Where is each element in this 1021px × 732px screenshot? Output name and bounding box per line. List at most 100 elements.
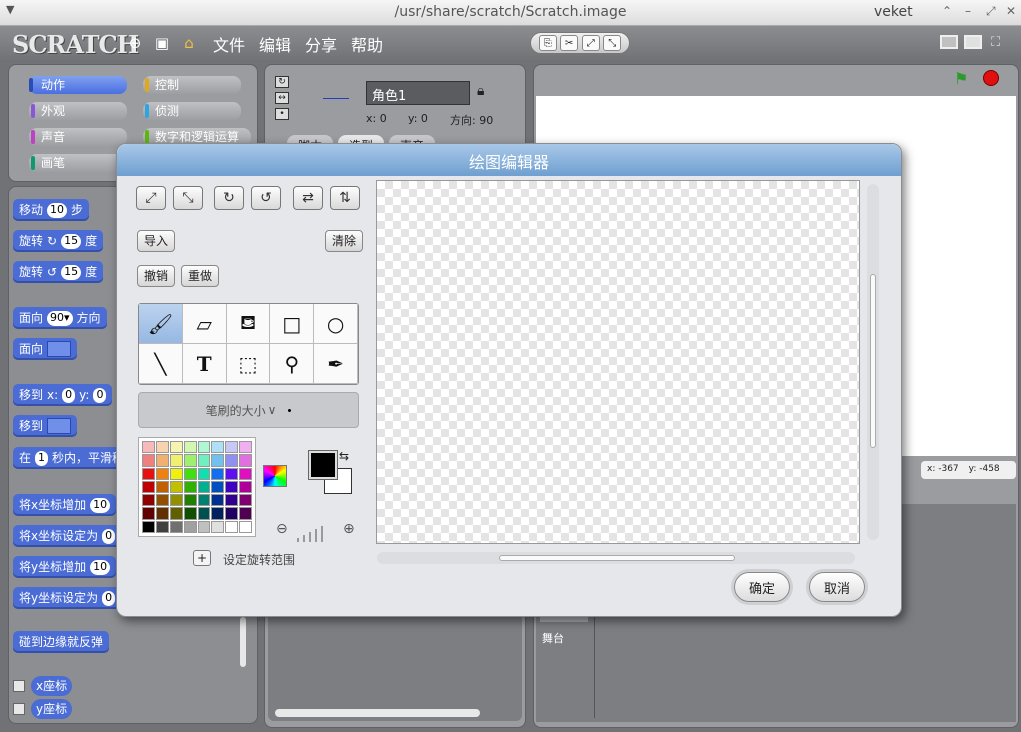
undo-button[interactable]: 撤销 — [137, 265, 176, 287]
palette-swatch[interactable] — [197, 441, 211, 454]
palette-swatch[interactable] — [225, 480, 239, 494]
palette-swatch[interactable] — [225, 494, 239, 507]
block-goto[interactable]: 移到 — [13, 415, 78, 437]
palette-swatch[interactable] — [211, 480, 225, 494]
window-up-icon[interactable]: ⌃ — [942, 4, 952, 18]
palette-swatch[interactable] — [142, 520, 155, 533]
delete-scissors-icon[interactable]: ✂ — [560, 35, 579, 51]
category-control[interactable]: 控制 — [143, 76, 241, 94]
palette-swatch[interactable] — [169, 467, 183, 480]
text-icon[interactable]: T — [182, 344, 227, 384]
import-button[interactable]: 导入 — [137, 230, 176, 252]
palette-swatch[interactable] — [155, 441, 169, 454]
palette-swatch[interactable] — [142, 494, 155, 507]
palette-swatch[interactable] — [239, 520, 252, 533]
palette-swatch[interactable] — [155, 494, 169, 507]
palette-swatch[interactable] — [239, 467, 252, 480]
palette-swatch[interactable] — [225, 520, 239, 533]
palette-swatch[interactable] — [183, 507, 197, 520]
block-move[interactable]: 移动 10 步 — [13, 199, 90, 221]
rotate-free-icon[interactable]: ↻ — [275, 76, 289, 88]
block-goto-xy[interactable]: 移到 x: 0 y: 0 — [13, 384, 113, 406]
shrink-icon[interactable]: ⤡ — [173, 186, 203, 210]
palette-swatch[interactable] — [169, 520, 183, 533]
flip-horizontal-icon[interactable]: ⇄ — [293, 186, 323, 210]
rotate-counterclockwise-icon[interactable]: ↺ — [251, 186, 281, 210]
palette-swatch[interactable] — [225, 507, 239, 520]
palette-swatch[interactable] — [211, 494, 225, 507]
cancel-button[interactable]: 取消 — [809, 572, 865, 602]
sprite-name-field[interactable]: 角色1 — [366, 81, 470, 105]
category-sound[interactable]: 声音 — [29, 128, 127, 146]
palette-swatch[interactable] — [197, 480, 211, 494]
rotate-clockwise-icon[interactable]: ↻ — [214, 186, 244, 210]
paintbrush-icon[interactable]: 🖌︎ — [139, 304, 183, 344]
palette-swatch[interactable] — [211, 441, 225, 454]
zoom-in-icon[interactable]: ⊕ — [343, 521, 355, 537]
foreground-color-swatch[interactable] — [308, 450, 338, 480]
palette-swatch[interactable] — [155, 520, 169, 533]
green-flag-icon[interactable]: ⚑ — [954, 69, 968, 88]
palette-swatch[interactable] — [197, 454, 211, 467]
palette-swatch[interactable] — [211, 467, 225, 480]
block-glide[interactable]: 在 1 秒内，平滑移 — [13, 447, 131, 469]
select-icon[interactable]: ⬚ — [226, 344, 271, 384]
brush-size-selector[interactable]: 笔刷的大小 ∨ — [138, 392, 359, 428]
palette-swatch[interactable] — [197, 520, 211, 533]
palette-swatch[interactable] — [183, 520, 197, 533]
palette-swatch[interactable] — [239, 441, 252, 454]
palette-swatch[interactable] — [155, 480, 169, 494]
palette-swatch[interactable] — [183, 454, 197, 467]
block-set-y[interactable]: 将y坐标设定为 0 — [13, 587, 122, 609]
canvas-vscrollbar[interactable] — [870, 274, 876, 448]
presentation-mode-icon[interactable]: ⛶ — [991, 35, 1000, 50]
block-change-y[interactable]: 将y坐标增加 10 — [13, 556, 117, 578]
category-sensing[interactable]: 侦测 — [143, 102, 241, 120]
palette-swatch[interactable] — [142, 507, 155, 520]
palette-swatch[interactable] — [197, 507, 211, 520]
rectangle-icon[interactable]: □ — [270, 304, 315, 344]
ypos-checkbox[interactable] — [13, 703, 25, 715]
palette-swatch[interactable] — [169, 494, 183, 507]
block-bounce[interactable]: 碰到边缘就反弹 — [13, 631, 110, 653]
category-pen[interactable]: 画笔 — [29, 154, 127, 172]
palette-swatch[interactable] — [225, 441, 239, 454]
palette-swatch[interactable] — [155, 467, 169, 480]
category-motion[interactable]: 动作 — [29, 76, 127, 94]
palette-swatch[interactable] — [142, 467, 155, 480]
blocks-scrollbar[interactable] — [240, 617, 246, 667]
reporter-ypos[interactable]: y座标 — [31, 699, 73, 719]
palette-swatch[interactable] — [225, 467, 239, 480]
palette-swatch[interactable] — [169, 454, 183, 467]
palette-swatch[interactable] — [155, 454, 169, 467]
canvas-hscrollbar[interactable] — [499, 555, 735, 561]
duplicate-icon[interactable]: ⎘ — [538, 35, 557, 51]
grow-icon[interactable]: ⤢ — [581, 35, 600, 51]
palette-swatch[interactable] — [183, 480, 197, 494]
palette-swatch[interactable] — [225, 454, 239, 467]
lock-icon[interactable]: 🔒︎ — [477, 83, 484, 99]
palette-swatch[interactable] — [183, 467, 197, 480]
color-picker-icon[interactable] — [263, 465, 287, 487]
eraser-icon[interactable]: ▱ — [182, 304, 227, 344]
palette-swatch[interactable] — [155, 507, 169, 520]
share-project-icon[interactable]: ⌂ — [180, 34, 198, 52]
block-turn-clockwise[interactable]: 旋转 ↻ 15 度 — [13, 230, 104, 252]
close-icon[interactable]: ✕ — [1006, 4, 1016, 18]
palette-swatch[interactable] — [239, 494, 252, 507]
zoom-level-bars[interactable] — [297, 526, 323, 542]
line-icon[interactable]: ╲ — [139, 344, 183, 384]
ok-button[interactable]: 确定 — [734, 572, 790, 602]
palette-swatch[interactable] — [183, 441, 197, 454]
ellipse-icon[interactable]: ○ — [314, 304, 358, 344]
palette-swatch[interactable] — [169, 480, 183, 494]
set-rotation-center-label[interactable]: 设定旋转范围 — [223, 551, 295, 568]
shrink-icon[interactable]: ⤡ — [603, 35, 622, 51]
small-stage-icon[interactable] — [940, 35, 958, 49]
block-point-towards[interactable]: 面向 — [13, 338, 78, 360]
palette-swatch[interactable] — [197, 494, 211, 507]
palette-swatch[interactable] — [211, 454, 225, 467]
eyedropper-icon[interactable]: ✒ — [314, 344, 358, 384]
palette-swatch[interactable] — [169, 507, 183, 520]
palette-swatch[interactable] — [183, 494, 197, 507]
